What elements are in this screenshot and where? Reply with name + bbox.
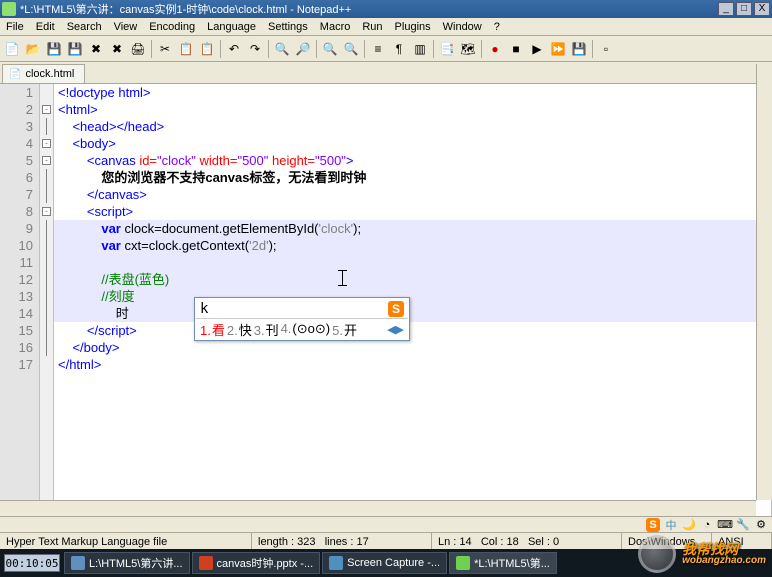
wordwrap-button[interactable]: ≡ <box>368 39 388 59</box>
menu-view[interactable]: View <box>108 19 144 35</box>
undo-button[interactable]: ↶ <box>224 39 244 59</box>
menu-search[interactable]: Search <box>61 19 108 35</box>
save-button[interactable]: 💾 <box>44 39 64 59</box>
ime-popup[interactable]: k S 1.看 2.快 3.刊 4.(⊙o⊙) 5.开 ◀▶ <box>194 297 410 341</box>
tab-label: clock.html <box>25 68 74 80</box>
play-multi-button[interactable]: ⏩ <box>548 39 568 59</box>
doc-map-button[interactable]: 🗺 <box>458 39 478 59</box>
ime-typed-text: k <box>200 301 208 317</box>
powerpoint-icon <box>199 556 213 570</box>
replace-button[interactable]: 🔎 <box>293 39 313 59</box>
status-filetype: Hyper Text Markup Language file <box>0 533 252 550</box>
horizontal-scrollbar[interactable] <box>0 500 756 516</box>
new-file-button[interactable]: 📄 <box>2 39 22 59</box>
ime-candidate[interactable]: 4.(⊙o⊙) <box>281 321 331 337</box>
paste-button[interactable]: 📋 <box>197 39 217 59</box>
vertical-scrollbar[interactable] <box>756 64 772 500</box>
show-all-chars-button[interactable]: ¶ <box>389 39 409 59</box>
menu-settings[interactable]: Settings <box>262 19 314 35</box>
cut-button[interactable]: ✂ <box>155 39 175 59</box>
menu-macro[interactable]: Macro <box>314 19 357 35</box>
menu-language[interactable]: Language <box>201 19 262 35</box>
line-number-gutter: 1234567891011121314151617 <box>0 84 40 520</box>
keyboard-icon[interactable]: ⌨ <box>718 518 732 532</box>
function-list-button[interactable]: 📑 <box>437 39 457 59</box>
ime-page-nav[interactable]: ◀▶ <box>387 323 404 336</box>
code-area[interactable]: <!doctype html> <html> <head></head> <bo… <box>54 84 772 520</box>
taskbar-item[interactable]: L:\HTML5\第六讲... <box>64 552 190 574</box>
folder-icon <box>71 556 85 570</box>
extra-button[interactable]: ▫ <box>596 39 616 59</box>
capture-icon <box>329 556 343 570</box>
save-all-button[interactable]: 💾 <box>65 39 85 59</box>
close-all-button[interactable]: ✖ <box>107 39 127 59</box>
menu-plugins[interactable]: Plugins <box>389 19 437 35</box>
indent-guide-button[interactable]: ▥ <box>410 39 430 59</box>
taskbar-item[interactable]: *L:\HTML5\第... <box>449 552 557 574</box>
status-eol: Dos\Windows <box>622 533 712 550</box>
shape-icon[interactable]: ◔ <box>700 518 714 532</box>
tab-clock-html[interactable]: clock.html <box>2 64 85 83</box>
maximize-button[interactable]: □ <box>736 2 752 16</box>
app-icon <box>2 2 16 16</box>
status-bar: S 中 🌙 ◔ ⌨ 🔧 ⚙ Hyper Text Markup Language… <box>0 516 772 549</box>
status-position: Ln : 14 Col : 18 Sel : 0 <box>432 533 622 550</box>
ime-candidate[interactable]: 3.刊 <box>254 320 279 339</box>
moon-icon[interactable]: 🌙 <box>682 518 696 532</box>
print-button[interactable]: 🖨 <box>128 39 148 59</box>
menu-window[interactable]: Window <box>437 19 488 35</box>
video-timer: 00:10:05 <box>4 554 60 572</box>
fold-gutter[interactable]: - - - - <box>40 84 54 520</box>
status-encoding: ANSI <box>712 533 772 550</box>
menu-file[interactable]: File <box>0 19 30 35</box>
close-file-button[interactable]: ✖ <box>86 39 106 59</box>
ime-candidate[interactable]: 5.开 <box>332 320 357 339</box>
toolbar: 📄 📂 💾 💾 ✖ ✖ 🖨 ✂ 📋 📋 ↶ ↷ 🔍 🔎 🔍 🔍 ≡ ¶ ▥ 📑 … <box>0 36 772 62</box>
tool-icon[interactable]: 🔧 <box>736 518 750 532</box>
ime-candidate[interactable]: 2.快 <box>227 320 252 339</box>
menu-run[interactable]: Run <box>356 19 388 35</box>
taskbar-item[interactable]: Screen Capture -... <box>322 552 447 574</box>
sogou-tray-icon[interactable]: S <box>646 518 660 532</box>
taskbar-item[interactable]: canvas时钟.pptx -... <box>192 552 321 574</box>
redo-button[interactable]: ↷ <box>245 39 265 59</box>
menu-encoding[interactable]: Encoding <box>143 19 201 35</box>
zoom-out-button[interactable]: 🔍 <box>341 39 361 59</box>
save-macro-button[interactable]: 💾 <box>569 39 589 59</box>
close-button[interactable]: X <box>754 2 770 16</box>
window-titlebar: *L:\HTML5\第六讲：canvas实例1-时钟\code\clock.ht… <box>0 0 772 18</box>
record-macro-button[interactable]: ● <box>485 39 505 59</box>
status-length: length : 323 lines : 17 <box>252 533 432 550</box>
menu-help[interactable]: ? <box>488 19 506 35</box>
play-macro-button[interactable]: ▶ <box>527 39 547 59</box>
menu-bar: File Edit Search View Encoding Language … <box>0 18 772 36</box>
open-file-button[interactable]: 📂 <box>23 39 43 59</box>
ime-brand-icon: S <box>388 301 404 317</box>
menu-edit[interactable]: Edit <box>30 19 61 35</box>
os-taskbar: 00:10:05 L:\HTML5\第六讲... canvas时钟.pptx -… <box>0 549 772 577</box>
notepadpp-icon <box>456 556 470 570</box>
ime-candidate-list[interactable]: 1.看 2.快 3.刊 4.(⊙o⊙) 5.开 ◀▶ <box>196 319 408 339</box>
tab-bar: clock.html <box>0 62 772 84</box>
gear-icon[interactable]: ⚙ <box>754 518 768 532</box>
ime-lang-indicator[interactable]: 中 <box>664 518 678 532</box>
zoom-in-button[interactable]: 🔍 <box>320 39 340 59</box>
copy-button[interactable]: 📋 <box>176 39 196 59</box>
stop-macro-button[interactable]: ■ <box>506 39 526 59</box>
ime-candidate[interactable]: 1.看 <box>200 320 225 339</box>
window-title: *L:\HTML5\第六讲：canvas实例1-时钟\code\clock.ht… <box>20 1 716 17</box>
find-button[interactable]: 🔍 <box>272 39 292 59</box>
minimize-button[interactable]: _ <box>718 2 734 16</box>
